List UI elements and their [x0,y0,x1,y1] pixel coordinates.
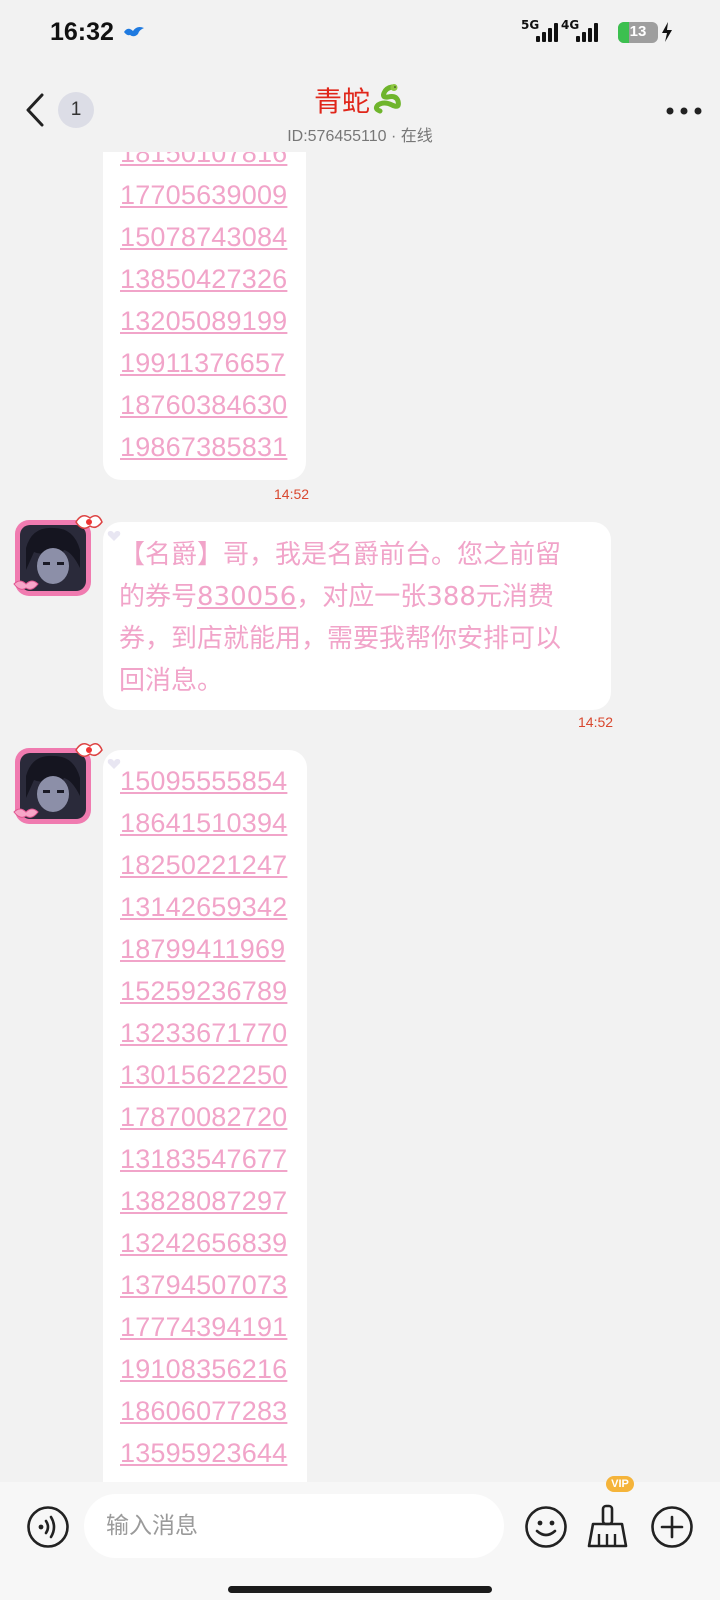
phone-number[interactable]: 18606077283 [120,1390,287,1432]
phone-number[interactable]: 13142659342 [120,886,287,928]
signal-bars-2 [576,22,598,42]
home-indicator[interactable] [228,1586,492,1593]
message-fragment: 的券号 [119,582,198,612]
phone-number[interactable]: 13242656839 [120,1222,287,1264]
phone-number[interactable]: 13015622250 [120,1054,287,1096]
phone-number[interactable]: 13850427326 [120,258,287,300]
voucher-message-text: 【名爵】哥，我是名爵前台。您之前留 的券号830056，对应一张388元消费 券… [119,534,599,702]
phone-number[interactable]: 13233671770 [120,1012,287,1054]
charging-bolt-icon [662,22,672,42]
avatar[interactable] [12,736,104,828]
phone-number[interactable]: 18641510394 [120,802,287,844]
message-bubble-voucher[interactable]: 【名爵】哥，我是名爵前台。您之前留 的券号830056，对应一张388元消费 券… [103,522,611,710]
chat-title: 青蛇 [313,85,370,118]
phone-number[interactable]: 17705639009 [120,174,287,216]
phone-number[interactable]: 13828087297 [120,1180,287,1222]
heart-icon [107,759,121,769]
chat-message-list[interactable]: 18150107816 17705639009 15078743084 1385… [0,152,720,1482]
more-dots-icon[interactable] [666,106,702,116]
phone-number[interactable]: 15095555854 [120,760,287,802]
phone-number[interactable]: 18250221247 [120,844,287,886]
phone-number[interactable]: 15078743084 [120,216,287,258]
status-bar: 16:32 5G 4G 13 [0,0,720,66]
phone-number[interactable]: 19108356216 [120,1348,287,1390]
phone-number[interactable]: 13205089199 [120,300,287,342]
phone-number[interactable]: 13794507073 [120,1264,287,1306]
avatar[interactable] [12,508,104,600]
phone-number[interactable]: 19911376657 [120,342,287,384]
signal-bars-1 [536,22,558,42]
phone-number[interactable]: 13595923644 [120,1432,287,1474]
number-list: 18150107816 17705639009 15078743084 1385… [120,152,287,468]
snake-emoji-icon [373,84,401,114]
app-notification-bird-icon [124,27,144,37]
message-timestamp: 14:52 [274,486,310,502]
phone-number[interactable]: 19867385831 [120,426,287,468]
battery-level: 13 [629,23,647,40]
message-input-bar: VIP [0,1476,720,1600]
voice-input-icon[interactable] [26,1505,70,1549]
phone-number[interactable]: 17774394191 [120,1306,287,1348]
message-line: 的券号830056，对应一张388元消费 [119,576,599,618]
voucher-code-link[interactable]: 830056 [197,582,296,612]
message-fragment: ，对应一张388元消费 [296,582,554,612]
phone-number[interactable]: 17870082720 [120,1096,287,1138]
battery-indicator: 13 [618,22,658,43]
broom-clean-icon[interactable] [584,1500,634,1552]
chat-title-block[interactable]: 青蛇 [0,80,720,120]
number-list: 15095555854 18641510394 18250221247 1314… [120,760,287,1474]
message-line: 回消息。 [119,666,224,696]
message-timestamp: 14:52 [578,714,614,730]
chat-subtitle: ID:576455110 · 在线 [287,128,433,145]
phone-number[interactable]: 13183547677 [120,1138,287,1180]
phone-number[interactable]: 15259236789 [120,970,287,1012]
message-line: 【名爵】哥，我是名爵前台。您之前留 [119,540,562,570]
message-bubble-numbers-1[interactable]: 18150107816 17705639009 15078743084 1385… [103,152,306,480]
status-time: 16:32 [50,18,114,46]
message-bubble-numbers-2[interactable]: 15095555854 18641510394 18250221247 1314… [103,750,307,1482]
emoji-icon[interactable] [524,1505,568,1549]
message-input[interactable] [84,1494,504,1558]
phone-number[interactable]: 18760384630 [120,384,287,426]
vip-badge: VIP [606,1476,634,1492]
plus-circle-icon[interactable] [650,1505,694,1549]
phone-number[interactable]: 18150107816 [120,152,287,174]
phone-number[interactable]: 18799411969 [120,928,287,970]
message-line: 券，到店就能用，需要我帮你安排可以 [119,624,562,654]
